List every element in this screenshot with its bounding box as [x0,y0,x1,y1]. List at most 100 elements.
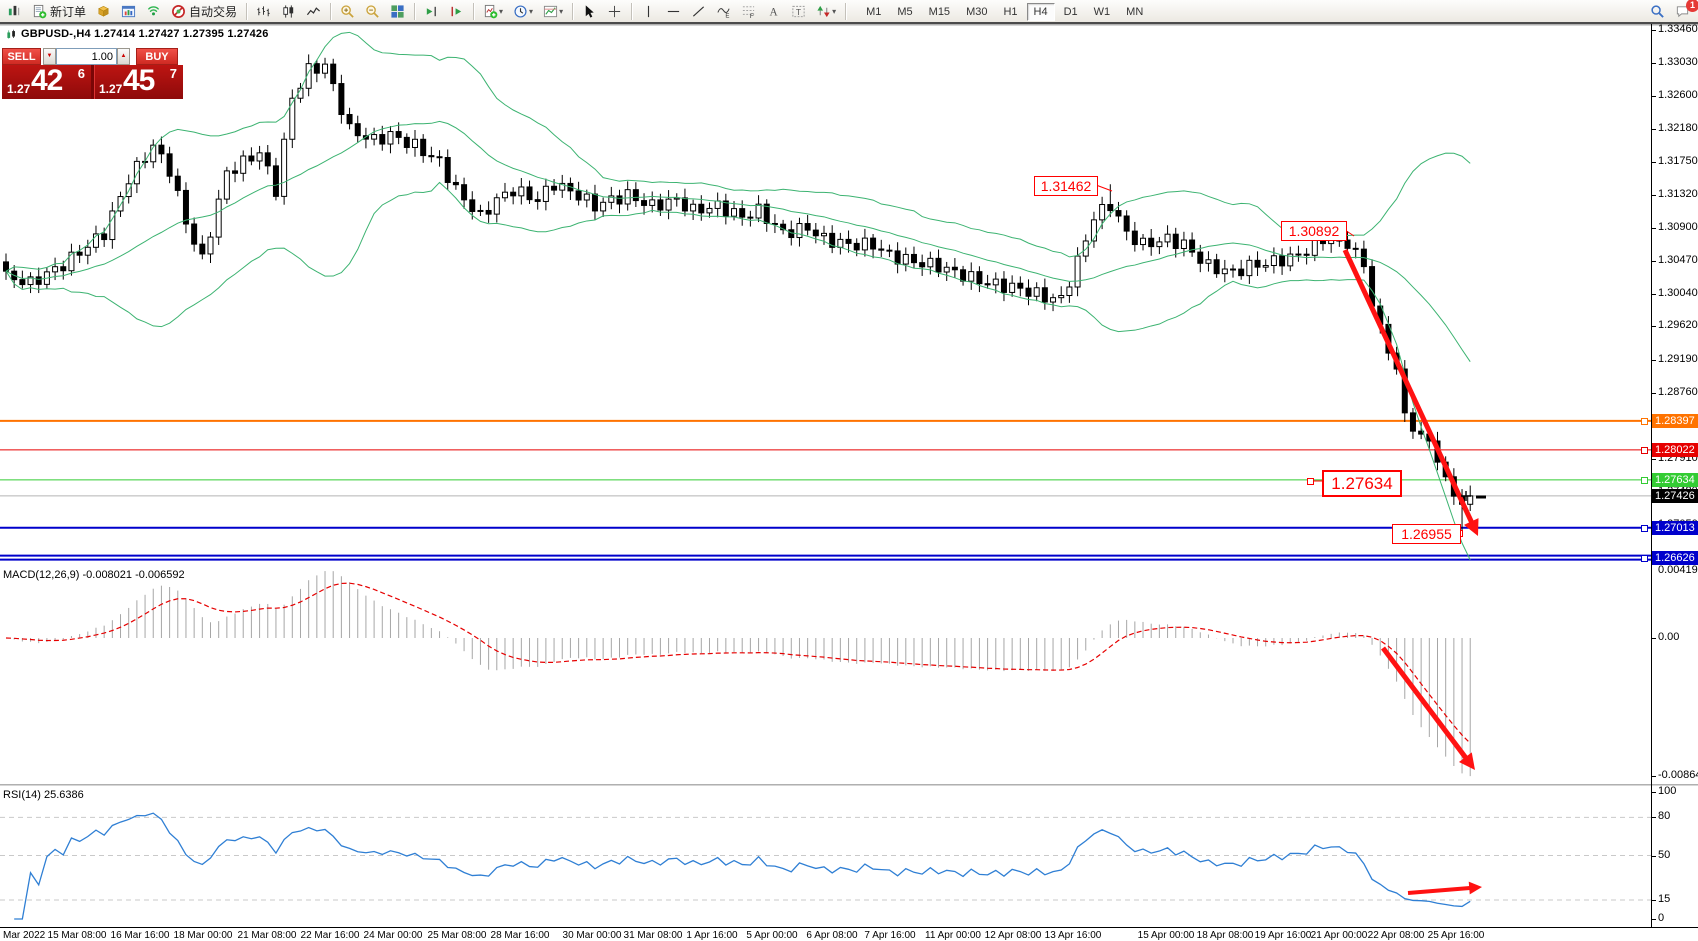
timeframe-M30[interactable]: M30 [959,3,994,21]
time-axis-label: Mar 2022 [3,930,45,941]
time-axis-label: 25 Mar 08:00 [428,930,487,941]
crosshair-button[interactable] [603,0,626,22]
zoom-in-icon [340,4,355,19]
zoom-in-button[interactable] [336,0,359,22]
axis-tick [1652,162,1656,163]
time-axis-label: 25 Apr 16:00 [1428,930,1485,941]
charts-window-button[interactable] [117,0,140,22]
price-tag: 1.27634 [1652,473,1698,487]
timeframe-M1[interactable]: M1 [859,3,888,21]
chart-shift-button[interactable] [445,0,468,22]
axis-tick [1652,900,1656,901]
toolbar-separator [845,3,846,20]
bar-chart-button[interactable] [252,0,275,22]
chart-tab-icon[interactable] [3,0,26,22]
time-axis-label: 30 Mar 00:00 [563,930,622,941]
signals-button[interactable] [142,0,165,22]
timeframe-M15[interactable]: M15 [922,3,957,21]
new-order-button[interactable]: 新订单 [28,0,90,22]
bid-base: 1.27 [7,82,30,96]
line-chart-button[interactable] [302,0,325,22]
buy-button[interactable]: BUY [136,48,178,65]
axis-tick-label: 1.30470 [1658,254,1698,266]
auto-scroll-button[interactable] [420,0,443,22]
arrows-button[interactable]: ▾ [812,0,840,22]
time-axis-label: 6 Apr 08:00 [806,930,857,941]
periods-button[interactable]: ▾ [509,0,537,22]
price-tag: 1.26626 [1652,551,1698,565]
axis-tick-label: 1.33030 [1658,56,1698,68]
autotrade-button[interactable]: 自动交易 [167,0,241,22]
timeframe-MN[interactable]: MN [1119,3,1150,21]
fibonacci-button[interactable]: F [737,0,760,22]
timeframe-H4[interactable]: H4 [1027,3,1055,21]
volume-decrease-button[interactable]: ▼ [43,48,56,65]
axis-tick [1652,638,1656,639]
toolbar-separator [572,3,573,20]
time-axis-label: 11 Apr 00:00 [925,930,981,941]
market-watch-button[interactable] [92,0,115,22]
text-button[interactable]: A [762,0,785,22]
symbol-ohlc-text: GBPUSD-,H4 1.27414 1.27427 1.27395 1.274… [21,28,269,40]
time-axis-label: 15 Apr 00:00 [1138,930,1195,941]
axis-tick [1652,261,1656,262]
timeframe-D1[interactable]: D1 [1057,3,1085,21]
toolbar-right: 1 [1645,0,1695,22]
bid-ask-display: 1.27 42 6 1.27 45 7 [2,65,183,99]
time-axis-label: 22 Mar 16:00 [301,930,360,941]
price-tag: 1.27426 [1652,489,1698,503]
cursor-icon [582,4,597,19]
time-axis-label: 15 Mar 08:00 [48,930,107,941]
cursor-button[interactable] [578,0,601,22]
chat-button[interactable]: 1 [1671,0,1694,22]
time-axis-label: 7 Apr 16:00 [864,930,915,941]
axis-tick-label: 1.31320 [1658,188,1698,200]
symbol-icon [6,29,17,40]
line-chart-icon [306,4,321,19]
svg-text:E: E [725,12,729,18]
chart-window[interactable]: GBPUSD-,H4 1.27414 1.27427 1.27395 1.274… [0,24,1698,941]
zoom-out-button[interactable] [361,0,384,22]
arrows-icon [816,4,831,19]
timeframe-H1[interactable]: H1 [996,3,1024,21]
volume-input[interactable] [56,48,117,65]
axis-tick-label: 1.30900 [1658,221,1698,233]
axis-tick-label: 1.32180 [1658,122,1698,134]
market-watch-icon [96,4,111,19]
time-axis-label: 24 Mar 00:00 [364,930,423,941]
time-axis[interactable]: Mar 202215 Mar 08:0016 Mar 16:0018 Mar 0… [0,927,1698,941]
periods-icon [513,4,528,19]
indicators-button[interactable]: ▾ [479,0,507,22]
price-axis[interactable]: 1.334601.330301.326001.321801.317501.313… [0,24,1698,927]
axis-tick [1652,294,1656,295]
text-label-button[interactable]: T [787,0,810,22]
time-axis-label: 19 Apr 16:00 [1255,930,1312,941]
axis-tick-label: 1.31750 [1658,155,1698,167]
tile-windows-button[interactable] [386,0,409,22]
candlestick-chart-button[interactable] [277,0,300,22]
timeframe-M5[interactable]: M5 [890,3,919,21]
zoom-out-icon [365,4,380,19]
axis-tick [1652,776,1656,777]
timeframe-W1[interactable]: W1 [1087,3,1118,21]
horizontal-line-button[interactable] [662,0,685,22]
symbol-title: GBPUSD-,H4 1.27414 1.27427 1.27395 1.274… [6,28,269,40]
axis-tick [1652,792,1656,793]
axis-tick [1652,195,1656,196]
sell-button[interactable]: SELL [2,48,41,65]
fibonacci-icon: F [741,4,756,19]
vertical-line-button[interactable] [637,0,660,22]
volume-increase-button[interactable]: ▲ [117,48,130,65]
templates-button[interactable]: ▾ [539,0,567,22]
search-button[interactable] [1646,0,1669,22]
axis-tick-label: -0.008647 [1658,769,1698,781]
time-axis-label: 12 Apr 08:00 [985,930,1042,941]
axis-tick-label: 100 [1658,785,1676,797]
mt4-window: 新订单自动交易▾▾▾EFAT▾M1M5M15M30H1H4D1W1MN 1 GB… [0,0,1698,941]
axis-tick-label: 15 [1658,893,1670,905]
trendline-button[interactable] [687,0,710,22]
text-label-icon: T [791,4,806,19]
wave-tool-button[interactable]: E [712,0,735,22]
time-axis-label: 21 Mar 08:00 [238,930,297,941]
one-click-trade-panel: SELL ▼ ▲ BUY 1.27 42 6 1.27 45 7 [2,48,183,99]
